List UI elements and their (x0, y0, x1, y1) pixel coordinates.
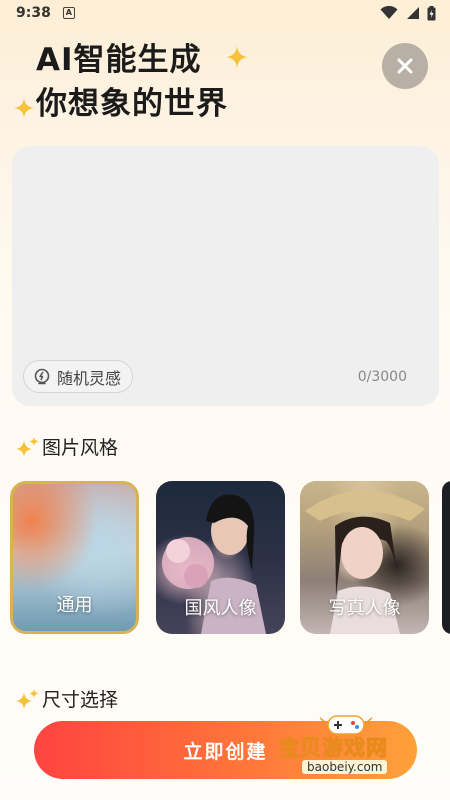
style-card-general[interactable]: 通用 (10, 481, 139, 634)
random-inspiration-label: 随机灵感 (57, 368, 122, 388)
hero-title-line2: 你想象的世界 (36, 86, 228, 122)
signal-icon (407, 7, 419, 19)
lightbulb-icon (34, 368, 50, 384)
size-section-label: 尺寸选择 (42, 689, 119, 711)
style-card-list[interactable]: 通用 国风人像 写真人像 (10, 481, 450, 636)
sparkle-icon (14, 98, 34, 118)
random-inspiration-button[interactable]: 随机灵感 (23, 360, 134, 393)
size-section-title: 尺寸选择 (16, 685, 118, 712)
style-section-label: 图片风格 (42, 437, 119, 459)
sparkle-icon (226, 46, 248, 68)
style-card-xiezhen-portrait[interactable]: 写真人像 (300, 481, 429, 634)
sparkle-icon (16, 688, 39, 709)
status-time: 9:38 (16, 5, 51, 21)
close-icon (397, 58, 413, 74)
sparkle-icon (16, 436, 39, 457)
notification-icon: A (62, 7, 75, 19)
close-button[interactable] (382, 43, 428, 89)
status-bar: 9:38 A (0, 0, 450, 26)
hero-title: AI智能生成 你想象的世界 (36, 38, 228, 126)
watermark-logo: 宝贝游戏网 baobeiy.com (276, 712, 426, 782)
watermark-text: 宝贝游戏网 (278, 736, 388, 761)
prompt-input[interactable]: 随机灵感 0/3000 (12, 146, 439, 406)
battery-icon (427, 5, 436, 20)
style-card-next-partial[interactable] (442, 481, 450, 634)
style-section-title: 图片风格 (16, 433, 118, 460)
style-card-label: 通用 (56, 595, 93, 616)
watermark-domain: baobeiy.com (302, 760, 388, 774)
style-card-label: 写真人像 (328, 598, 401, 619)
style-card-guofeng-portrait[interactable]: 国风人像 (156, 481, 285, 634)
style-card-label: 国风人像 (184, 598, 257, 619)
status-indicators (380, 5, 436, 21)
hero-title-line1: AI智能生成 (36, 42, 202, 78)
char-count: 0/3000 (357, 369, 407, 385)
create-now-label: 立即创建 (183, 740, 268, 763)
wifi-icon (380, 6, 398, 19)
